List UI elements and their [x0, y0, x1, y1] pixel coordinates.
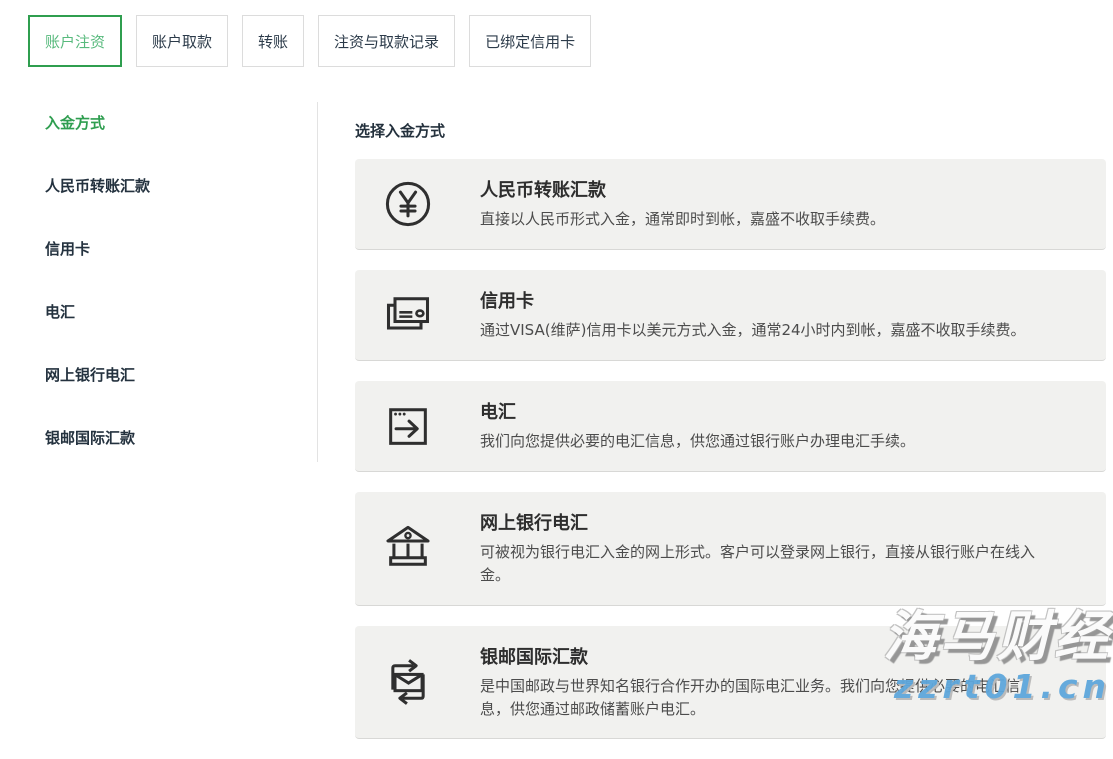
sidebar-item-wire-transfer[interactable]: 电汇: [45, 301, 317, 319]
sidebar: 入金方式 人民币转账汇款 信用卡 电汇 网上银行电汇 银邮国际汇款: [0, 98, 317, 490]
method-card-wire-transfer[interactable]: 电汇 我们向您提供必要的电汇信息，供您通过银行账户办理电汇手续。: [355, 381, 1106, 472]
method-card-rmb-transfer[interactable]: 人民币转账汇款 直接以人民币形式入金，通常即时到帐，嘉盛不收取手续费。: [355, 159, 1106, 250]
credit-card-icon: [380, 287, 436, 343]
content-area: 入金方式 人民币转账汇款 信用卡 电汇 网上银行电汇 银邮国际汇款 选择入金方式…: [0, 98, 1113, 707]
method-description: 直接以人民币形式入金，通常即时到帐，嘉盛不收取手续费。: [480, 208, 1045, 231]
page-title: 选择入金方式: [355, 120, 1113, 141]
method-title: 网上银行电汇: [480, 509, 1076, 535]
method-card-credit-card[interactable]: 信用卡 通过VISA(维萨)信用卡以美元方式入金，通常24小时内到帐，嘉盛不收取…: [355, 270, 1106, 361]
method-description: 是中国邮政与世界知名银行合作开办的国际电汇业务。我们向您提供必要的电汇信息，供您…: [480, 675, 1045, 722]
browser-arrow-icon: [380, 398, 436, 454]
sidebar-item-rmb-transfer[interactable]: 人民币转账汇款: [45, 175, 317, 193]
method-description: 可被视为银行电汇入金的网上形式。客户可以登录网上银行，直接从银行账户在线入金。: [480, 541, 1045, 588]
main-panel: 选择入金方式 人民币转账汇款 直接以人民币形式入金，通常即时到帐，嘉盛不收取手续…: [355, 98, 1113, 759]
method-card-online-bank-wire[interactable]: 网上银行电汇 可被视为银行电汇入金的网上形式。客户可以登录网上银行，直接从银行账…: [355, 492, 1106, 606]
method-description: 通过VISA(维萨)信用卡以美元方式入金，通常24小时内到帐，嘉盛不收取手续费。: [480, 319, 1045, 342]
method-title: 银邮国际汇款: [480, 643, 1076, 669]
sidebar-divider: [317, 102, 318, 462]
mail-loop-icon: [380, 654, 436, 710]
method-card-postal-remittance[interactable]: 银邮国际汇款 是中国邮政与世界知名银行合作开办的国际电汇业务。我们向您提供必要的…: [355, 626, 1106, 740]
tab-account-deposit[interactable]: 账户注资: [28, 15, 122, 67]
sidebar-item-online-bank-wire[interactable]: 网上银行电汇: [45, 364, 317, 382]
tab-deposit-withdraw-history[interactable]: 注资与取款记录: [318, 15, 455, 67]
sidebar-item-deposit-methods[interactable]: 入金方式: [45, 112, 317, 130]
method-title: 信用卡: [480, 287, 1076, 313]
tab-transfer[interactable]: 转账: [242, 15, 304, 67]
yuan-circle-icon: [380, 176, 436, 232]
tab-account-withdraw[interactable]: 账户取款: [136, 15, 228, 67]
method-title: 电汇: [480, 398, 1076, 424]
sidebar-item-credit-card[interactable]: 信用卡: [45, 238, 317, 256]
bank-icon: [380, 520, 436, 576]
method-title: 人民币转账汇款: [480, 176, 1076, 202]
tab-bar: 账户注资 账户取款 转账 注资与取款记录 已绑定信用卡: [28, 15, 591, 67]
method-description: 我们向您提供必要的电汇信息，供您通过银行账户办理电汇手续。: [480, 430, 1045, 453]
tab-linked-credit-cards[interactable]: 已绑定信用卡: [469, 15, 591, 67]
sidebar-item-postal-remittance[interactable]: 银邮国际汇款: [45, 427, 317, 445]
